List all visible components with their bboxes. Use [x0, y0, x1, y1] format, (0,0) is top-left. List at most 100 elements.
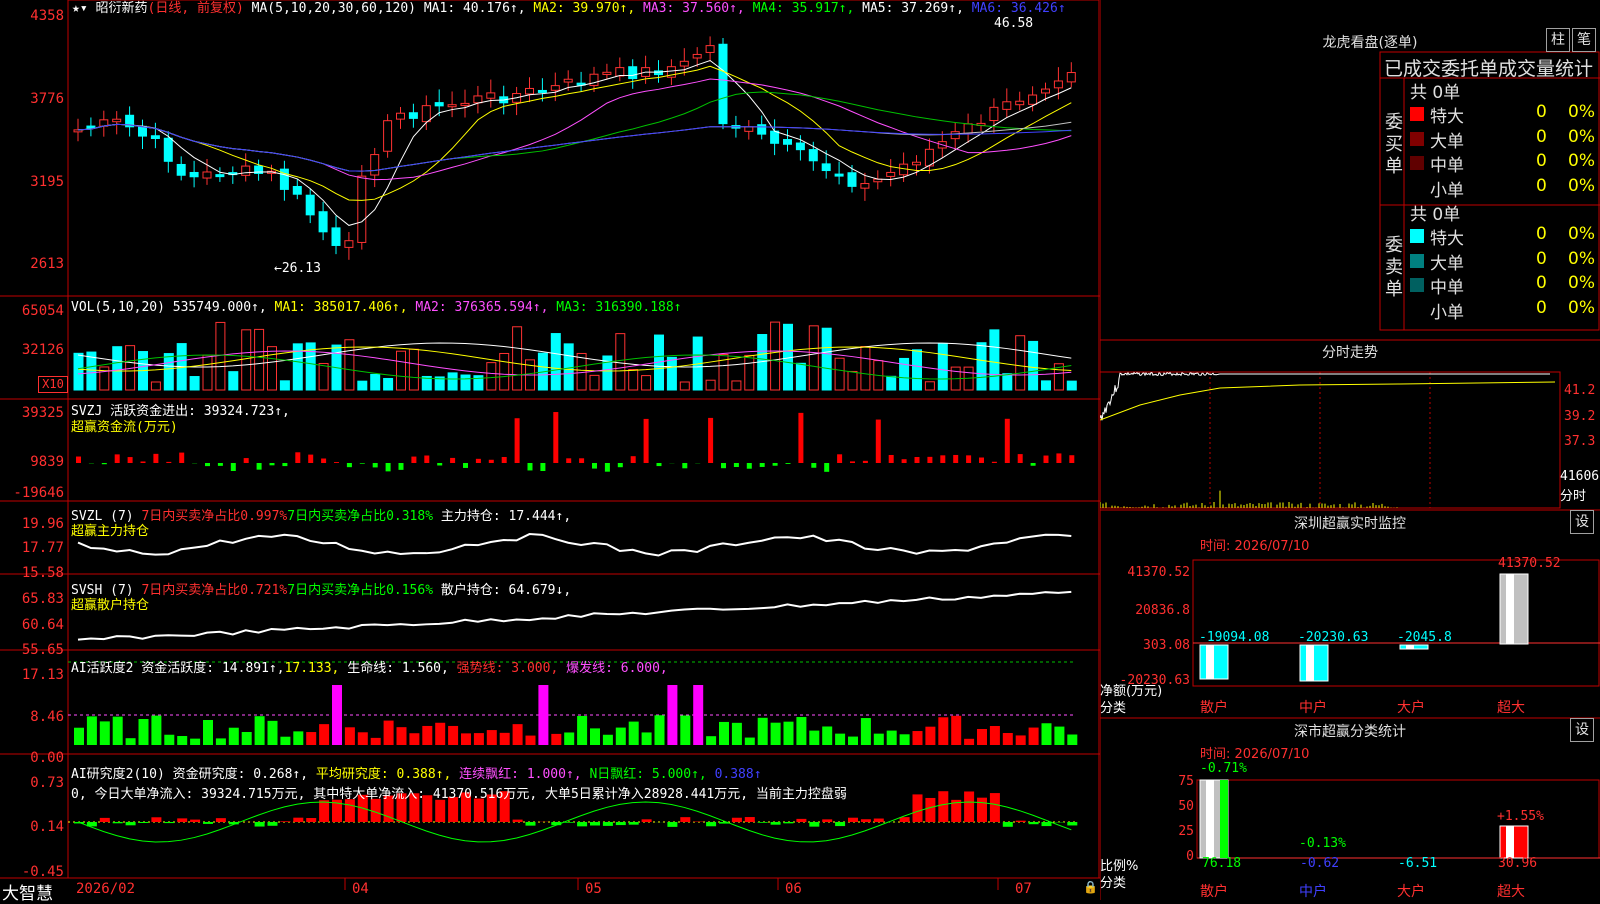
- activity-bar: [1016, 735, 1026, 745]
- x-label: 07: [1015, 881, 1032, 897]
- color-swatch: [1410, 254, 1424, 268]
- fund-flow-bar: [605, 463, 610, 472]
- vol-unit-badge[interactable]: X10: [38, 376, 68, 393]
- vol-label: VOL(5,10,20): [71, 300, 165, 315]
- order-pct: 0%: [1568, 224, 1595, 244]
- fund-flow-bar: [992, 462, 997, 463]
- candle-body: [887, 172, 895, 176]
- fund-flow-bar: [515, 418, 520, 463]
- candle-body: [203, 172, 211, 178]
- vol-ma1: MA1: 385017.406↑,: [275, 300, 408, 315]
- color-swatch: [1410, 132, 1424, 146]
- volume-bar: [1029, 341, 1038, 390]
- lock-icon[interactable]: 🔒: [1083, 880, 1098, 894]
- research-bar: [861, 819, 871, 822]
- sz-settings-button[interactable]: 设: [1570, 510, 1594, 534]
- volume-bar: [513, 327, 522, 390]
- fund-flow-bar: [502, 457, 507, 463]
- fund-flow-bar: [786, 463, 791, 464]
- volume-bar: [1003, 374, 1012, 390]
- intraday-price-line: [1100, 373, 1550, 421]
- activity-bar: [706, 736, 716, 745]
- sz-category: 中户: [1299, 697, 1327, 717]
- price-tick: 4358: [2, 8, 64, 24]
- order-size-label: 小单: [1430, 298, 1464, 323]
- fund-flow-bar: [270, 463, 275, 465]
- sz-value: -19094.08: [1199, 630, 1269, 645]
- activity-bar: [538, 685, 548, 745]
- volume-bar: [887, 376, 896, 390]
- svsh-tick: 55.65: [2, 642, 64, 658]
- fund-flow-bar: [657, 463, 662, 466]
- fund-flow-bar: [631, 456, 636, 463]
- fund-flow-bar: [798, 413, 803, 463]
- research-note: 0, 今日大单净流入: 39324.715万元, 其中特大单净流入: 41370…: [71, 787, 847, 802]
- activity-bar: [113, 717, 123, 745]
- svsh-label: SVSH (7): [71, 583, 134, 598]
- sell-row: 特大00%: [1406, 224, 1600, 248]
- candle-body: [319, 212, 327, 232]
- activity-bar: [693, 685, 703, 745]
- dropdown-icon[interactable]: ▾: [80, 1, 88, 16]
- activity-bar: [500, 733, 510, 745]
- fund-flow-bar: [760, 463, 765, 467]
- research-bar: [745, 817, 755, 822]
- vol-tick: 32126: [2, 342, 64, 358]
- candle-body: [719, 44, 727, 123]
- buy-row: 小单00%: [1406, 176, 1600, 200]
- research-bar: [126, 822, 136, 825]
- color-swatch: [1410, 156, 1424, 170]
- volume-bar: [500, 353, 509, 390]
- sc-category: 中户: [1299, 881, 1327, 901]
- candle-body: [745, 127, 753, 131]
- pen-button[interactable]: 笔: [1572, 28, 1596, 52]
- x-label: 06: [785, 881, 802, 897]
- price-tick: 3195: [2, 174, 64, 190]
- candle-body: [564, 79, 572, 82]
- activity-bar: [409, 733, 419, 745]
- sell-total: 共 0单: [1410, 200, 1460, 224]
- fund-flow-bar: [386, 463, 391, 471]
- intraday-tick: 41.2: [1564, 383, 1595, 398]
- ma4-value: MA4: 35.917↑,: [753, 1, 855, 16]
- buy-row: 中单00%: [1406, 151, 1600, 175]
- chart-area[interactable]: ★▾ 昭衍新药(日线, 前复权) MA(5,10,20,30,60,120) M…: [0, 0, 1100, 900]
- candle-body: [538, 90, 546, 92]
- brand-logo: 大智慧: [2, 879, 53, 904]
- activity-bar: [1042, 723, 1052, 745]
- research-bar: [268, 822, 278, 826]
- svzl-a: 7日内买卖净占比0.997%: [141, 509, 287, 524]
- fund-flow-bar: [682, 463, 687, 468]
- candle-body: [784, 140, 792, 145]
- fund-flow-bar: [966, 455, 971, 463]
- candle-body: [822, 164, 830, 171]
- sz-category: 散户: [1200, 697, 1228, 717]
- research-bar: [784, 822, 794, 823]
- research-label: AI研究度2(10) 资金研究度: 0.268↑,: [71, 767, 308, 782]
- research-bar: [771, 822, 781, 825]
- sc-y-tick: 25: [1100, 824, 1194, 839]
- research-nred: N日飘红: 5.000↑,: [589, 767, 706, 782]
- activity-bar: [384, 721, 394, 745]
- period-label: (日线, 前复权): [148, 1, 244, 16]
- activity-bar: [887, 731, 897, 745]
- order-pct: 0%: [1568, 298, 1595, 318]
- star-icon[interactable]: ★: [72, 1, 80, 16]
- order-size-label: 大单: [1430, 249, 1464, 274]
- sc-settings-button[interactable]: 设: [1570, 718, 1594, 742]
- research-bar: [667, 822, 677, 827]
- fund-flow-bar: [734, 463, 739, 467]
- research-tail: 0.388↑: [715, 767, 762, 782]
- research-bar: [164, 822, 174, 823]
- fund-flow-bar: [915, 457, 920, 463]
- research-bar: [577, 822, 587, 826]
- research-bar: [113, 822, 123, 823]
- chart-canvas[interactable]: [0, 0, 1100, 900]
- research-bar: [1042, 822, 1052, 826]
- candle-body: [113, 119, 121, 121]
- research-bar: [474, 799, 484, 822]
- ai-strong: 强势线: 3.000,: [457, 661, 559, 676]
- volume-bar: [190, 377, 199, 390]
- fund-flow-bar: [205, 463, 210, 466]
- pillar-button[interactable]: 柱: [1546, 28, 1570, 52]
